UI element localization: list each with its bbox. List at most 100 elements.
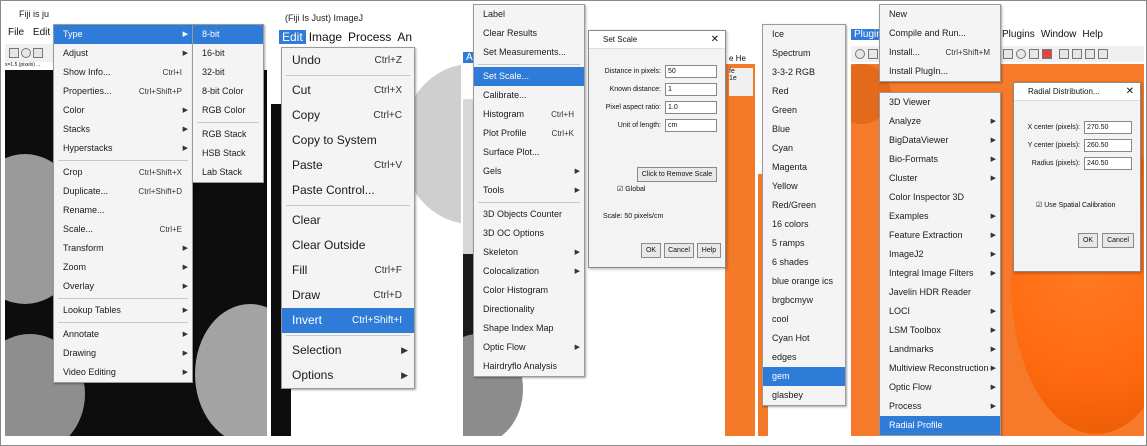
menu-item-drawing[interactable]: Drawing ▶ <box>54 344 192 363</box>
menu-item-stacks[interactable]: Stacks ▶ <box>54 120 192 139</box>
menu-item-color[interactable]: Color ▶ <box>54 101 192 120</box>
field-input-pixel-aspect-ratio[interactable]: 1.0 <box>665 101 717 114</box>
rectangle-tool-icon[interactable] <box>9 48 19 58</box>
menu-item-cut[interactable]: Cut Ctrl+X <box>282 78 414 103</box>
menu-item-install-plugin[interactable]: Install PlugIn... <box>880 62 1000 81</box>
menu-item-clear-results[interactable]: Clear Results <box>474 24 584 43</box>
menu-item-yellow[interactable]: Yellow <box>763 177 845 196</box>
menu-item-overlay[interactable]: Overlay ▶ <box>54 277 192 296</box>
spatial-checkbox[interactable]: ☑ Use Spatial Calibration <box>1036 201 1115 209</box>
lut-icon[interactable] <box>1085 49 1095 59</box>
menu-item-paste[interactable]: Paste Ctrl+V <box>282 153 414 178</box>
menu-item-lsm-toolbox[interactable]: LSM Toolbox ▶ <box>880 321 1000 340</box>
menu-item-multiview-reconstruction[interactable]: Multiview Reconstruction ▶ <box>880 359 1000 378</box>
menu-item-install[interactable]: Install... Ctrl+Shift+M <box>880 43 1000 62</box>
menu-item-hsb-stack[interactable]: HSB Stack <box>193 144 263 163</box>
menu-item-copy[interactable]: Copy Ctrl+C <box>282 103 414 128</box>
menu-item-set-scale[interactable]: Set Scale... <box>474 67 584 86</box>
menu-item-gels[interactable]: Gels ▶ <box>474 162 584 181</box>
menu-item-rgb-stack[interactable]: RGB Stack <box>193 125 263 144</box>
menu-item-process[interactable]: Process ▶ <box>880 397 1000 416</box>
menu-item-6-shades[interactable]: 6 shades <box>763 253 845 272</box>
side-tool-b[interactable]: 1e <box>729 75 737 82</box>
menu-item-landmarks[interactable]: Landmarks ▶ <box>880 340 1000 359</box>
polygon-tool-icon[interactable] <box>868 49 878 59</box>
ok-button[interactable]: OK <box>1078 233 1098 248</box>
menu-item-integral-image-filters[interactable]: Integral Image Filters ▶ <box>880 264 1000 283</box>
menu-item-properties[interactable]: Properties... Ctrl+Shift+P <box>54 82 192 101</box>
menu-item-edges[interactable]: edges <box>763 348 845 367</box>
menu-image[interactable]: Image <box>306 30 345 44</box>
menu-item-hyperstacks[interactable]: Hyperstacks ▶ <box>54 139 192 158</box>
menu-item-ice[interactable]: Ice <box>763 25 845 44</box>
menu-item-blue-orange-ics[interactable]: blue orange ics <box>763 272 845 291</box>
menu-item-3d-viewer[interactable]: 3D Viewer <box>880 93 1000 112</box>
menu-item-colocalization[interactable]: Colocalization ▶ <box>474 262 584 281</box>
menu-item-lab-stack[interactable]: Lab Stack <box>193 163 263 182</box>
menu-item-gem[interactable]: gem <box>763 367 845 386</box>
remove-scale-button[interactable]: Click to Remove Scale <box>637 167 717 182</box>
ok-button[interactable]: OK <box>641 243 661 258</box>
menu-item-directionality[interactable]: Directionality <box>474 300 584 319</box>
menu-edit[interactable]: Edit <box>30 27 53 38</box>
polygon-tool-icon[interactable] <box>33 48 43 58</box>
menu-file[interactable]: File <box>5 27 27 38</box>
oval-tool-icon[interactable] <box>21 48 31 58</box>
menu-item-red[interactable]: Red <box>763 82 845 101</box>
menu-item-scale[interactable]: Scale... Ctrl+E <box>54 220 192 239</box>
help-button[interactable]: Help <box>697 243 721 258</box>
menu-item-skeleton[interactable]: Skeleton ▶ <box>474 243 584 262</box>
side-menu-e[interactable]: e <box>729 54 733 63</box>
close-icon[interactable]: ✕ <box>1126 83 1134 101</box>
menu-item-cyan-hot[interactable]: Cyan Hot <box>763 329 845 348</box>
menu-item-color-inspector-3d[interactable]: Color Inspector 3D <box>880 188 1000 207</box>
menu-item-3d-objects-counter[interactable]: 3D Objects Counter <box>474 205 584 224</box>
menu-item-lookup-tables[interactable]: Lookup Tables ▶ <box>54 301 192 320</box>
menu-item-clear[interactable]: Clear <box>282 208 414 233</box>
menu-item-draw[interactable]: Draw Ctrl+D <box>282 283 414 308</box>
menu-item-rgb-color[interactable]: RGB Color <box>193 101 263 120</box>
menu-item-bigdataviewer[interactable]: BigDataViewer ▶ <box>880 131 1000 150</box>
menu-item-cluster[interactable]: Cluster ▶ <box>880 169 1000 188</box>
menu-item-crop[interactable]: Crop Ctrl+Shift+X <box>54 163 192 182</box>
menu-edit[interactable]: Edit <box>279 30 306 44</box>
field-input-distance-in-pixels[interactable]: 50 <box>665 65 717 78</box>
menu-item-green[interactable]: Green <box>763 101 845 120</box>
menu-item-color-histogram[interactable]: Color Histogram <box>474 281 584 300</box>
field-input-known-distance[interactable]: 1 <box>665 83 717 96</box>
zoom-icon[interactable] <box>1016 49 1026 59</box>
menu-item-tools[interactable]: Tools ▶ <box>474 181 584 200</box>
menu-item-loci[interactable]: LOCI ▶ <box>880 302 1000 321</box>
menu-item-bio-formats[interactable]: Bio-Formats ▶ <box>880 150 1000 169</box>
menu-item-hairdryflo-analysis[interactable]: Hairdryflo Analysis <box>474 357 584 376</box>
stk-icon[interactable] <box>1072 49 1082 59</box>
menu-item-radial-profile[interactable]: Radial Profile <box>880 416 1000 435</box>
menu-item-copy-to-system[interactable]: Copy to System <box>282 128 414 153</box>
menu-item-magenta[interactable]: Magenta <box>763 158 845 177</box>
menu-item-fill[interactable]: Fill Ctrl+F <box>282 258 414 283</box>
menu-item-show-info[interactable]: Show Info... Ctrl+I <box>54 63 192 82</box>
more-icon[interactable] <box>1098 49 1108 59</box>
menu-item-zoom[interactable]: Zoom ▶ <box>54 258 192 277</box>
menu-item-clear-outside[interactable]: Clear Outside <box>282 233 414 258</box>
menu-item-new[interactable]: New <box>880 5 1000 24</box>
menu-item-undo[interactable]: Undo Ctrl+Z <box>282 48 414 73</box>
menu-item-rename[interactable]: Rename... <box>54 201 192 220</box>
menu-item-selection[interactable]: Selection ▶ <box>282 338 414 363</box>
menu-item-javelin-hdr-reader[interactable]: Javelin HDR Reader <box>880 283 1000 302</box>
menu-item-examples[interactable]: Examples ▶ <box>880 207 1000 226</box>
menu-item-imagej2[interactable]: ImageJ2 ▶ <box>880 245 1000 264</box>
menu-item-cool[interactable]: cool <box>763 310 845 329</box>
menu-item-32-bit[interactable]: 32-bit <box>193 63 263 82</box>
field-input-x-center-pixels[interactable]: 270.50 <box>1084 121 1132 134</box>
cancel-button[interactable]: Cancel <box>1102 233 1134 248</box>
menu-item-optic-flow[interactable]: Optic Flow ▶ <box>474 338 584 357</box>
menu-item-analyze[interactable]: Analyze ▶ <box>880 112 1000 131</box>
menu-item-transform[interactable]: Transform ▶ <box>54 239 192 258</box>
menu-item-adjust[interactable]: Adjust ▶ <box>54 44 192 63</box>
menu-item-invert[interactable]: Invert Ctrl+Shift+I <box>282 308 414 333</box>
menu-item-annotate[interactable]: Annotate ▶ <box>54 325 192 344</box>
menu-item-optic-flow[interactable]: Optic Flow ▶ <box>880 378 1000 397</box>
menu-help[interactable]: Help <box>1079 29 1106 40</box>
menu-item-8-bit-color[interactable]: 8-bit Color <box>193 82 263 101</box>
